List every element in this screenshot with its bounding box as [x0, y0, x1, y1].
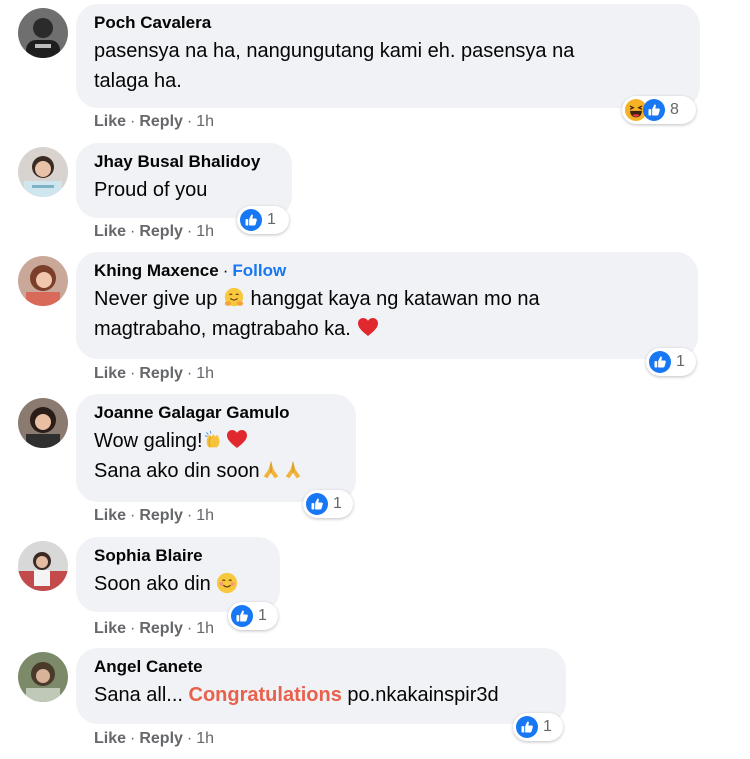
comment-actions: Like · Reply · 1h — [94, 364, 214, 384]
commenter-name[interactable]: Angel Canete — [94, 656, 548, 678]
commenter-name[interactable]: Sophia Blaire — [94, 545, 262, 567]
reaction-count: 1 — [543, 718, 552, 735]
comment-bubble: Angel Canete Sana all... Congratulations… — [76, 648, 566, 724]
avatar[interactable] — [18, 398, 68, 448]
avatar[interactable] — [18, 652, 68, 702]
separator: · — [186, 730, 193, 747]
pray-emoji-icon — [282, 459, 304, 481]
comment-text: Soon ako din — [94, 569, 262, 599]
like-icon — [231, 605, 253, 627]
comment-line: pasensya na ha, nangungutang kami eh. pa… — [94, 40, 575, 62]
comment-text: Sana all... Congratulations po.nkakainsp… — [94, 680, 548, 710]
separator: · — [130, 113, 136, 130]
timestamp[interactable]: 1h — [196, 365, 214, 382]
reaction-summary[interactable]: 1 — [237, 206, 289, 234]
reply-button[interactable]: Reply — [139, 730, 183, 747]
comment-line: po.nkakainspir3d — [347, 684, 499, 706]
like-icon — [240, 209, 262, 231]
separator: · — [186, 365, 193, 382]
comment-line: talaga ha. — [94, 70, 182, 92]
reply-button[interactable]: Reply — [139, 365, 183, 382]
reaction-count: 1 — [333, 495, 342, 512]
like-button[interactable]: Like — [94, 365, 126, 382]
separator: · — [222, 261, 229, 280]
heart-emoji-icon — [356, 315, 380, 339]
comment-text: pasensya na ha, nangungutang kami eh. pa… — [94, 36, 682, 96]
comment-actions: Like · Reply · 1h — [94, 112, 214, 132]
avatar[interactable] — [18, 8, 68, 58]
timestamp[interactable]: 1h — [196, 507, 214, 524]
like-icon — [649, 351, 671, 373]
commenter-name[interactable]: Poch Cavalera — [94, 12, 682, 34]
comment-line: Sana all... — [94, 684, 183, 706]
separator: · — [130, 223, 136, 240]
comment-actions: Like · Reply · 1h — [94, 222, 214, 242]
separator: · — [186, 620, 193, 637]
reply-button[interactable]: Reply — [139, 620, 183, 637]
congratulations-highlight[interactable]: Congratulations — [189, 684, 342, 706]
separator: · — [130, 620, 136, 637]
commenter-name-row: Khing Maxence · Follow — [94, 260, 680, 282]
separator: · — [186, 507, 193, 524]
reply-button[interactable]: Reply — [139, 223, 183, 240]
commenter-name[interactable]: Khing Maxence — [94, 261, 219, 280]
reaction-count: 1 — [267, 211, 276, 228]
separator: · — [130, 365, 136, 382]
like-icon — [516, 716, 538, 738]
like-icon — [643, 99, 665, 121]
like-button[interactable]: Like — [94, 223, 126, 240]
separator: · — [186, 113, 193, 130]
follow-button[interactable]: Follow — [232, 261, 286, 280]
comment-text: Proud of you — [94, 179, 208, 201]
like-button[interactable]: Like — [94, 620, 126, 637]
commenter-name[interactable]: Joanne Galagar Gamulo — [94, 402, 338, 424]
hug-emoji-icon — [223, 287, 245, 309]
like-button[interactable]: Like — [94, 507, 126, 524]
timestamp[interactable]: 1h — [196, 730, 214, 747]
comment-line: magtrabaho, magtrabaho ka. — [94, 318, 351, 340]
avatar[interactable] — [18, 147, 68, 197]
commenter-name[interactable]: Jhay Busal Bhalidoy — [94, 151, 274, 173]
separator: · — [130, 730, 136, 747]
comment-line: Sana ako din soon — [94, 460, 260, 482]
comment-actions: Like · Reply · 1h — [94, 729, 214, 749]
avatar[interactable] — [18, 541, 68, 591]
separator: · — [130, 507, 136, 524]
avatar[interactable] — [18, 256, 68, 306]
comment-text: Never give up hanggat kaya ng katawan mo… — [94, 284, 680, 344]
comment-line: hanggat kaya ng katawan mo na — [250, 288, 540, 310]
reaction-count: 1 — [258, 607, 267, 624]
clap-emoji-icon — [203, 429, 225, 451]
reaction-summary[interactable]: 1 — [303, 490, 353, 518]
like-button[interactable]: Like — [94, 113, 126, 130]
reaction-summary[interactable]: 8 — [622, 96, 696, 124]
comment-bubble: Joanne Galagar Gamulo Wow galing! Sana a… — [76, 394, 356, 502]
comment-actions: Like · Reply · 1h — [94, 506, 214, 526]
timestamp[interactable]: 1h — [196, 113, 214, 130]
comment-bubble: Khing Maxence · Follow Never give up hangg… — [76, 252, 698, 359]
reaction-summary[interactable]: 1 — [513, 713, 563, 741]
timestamp[interactable]: 1h — [196, 223, 214, 240]
like-icon — [306, 493, 328, 515]
comment-line: Soon ako din — [94, 573, 211, 595]
smile-emoji-icon — [216, 572, 238, 594]
comment-actions: Like · Reply · 1h — [94, 619, 214, 639]
comment-bubble: Sophia Blaire Soon ako din — [76, 537, 280, 612]
reply-button[interactable]: Reply — [139, 113, 183, 130]
comment-bubble: Poch Cavalera pasensya na ha, nangunguta… — [76, 4, 700, 108]
comment-line: Wow galing! — [94, 430, 203, 452]
comment-text: Wow galing! Sana ako din soon — [94, 426, 338, 486]
reaction-count: 1 — [676, 353, 685, 370]
reply-button[interactable]: Reply — [139, 507, 183, 524]
pray-emoji-icon — [260, 459, 282, 481]
like-button[interactable]: Like — [94, 730, 126, 747]
heart-emoji-icon — [225, 427, 249, 451]
reaction-summary[interactable]: 1 — [646, 348, 696, 376]
reaction-summary[interactable]: 1 — [228, 602, 278, 630]
comment-line: Never give up — [94, 288, 218, 310]
separator: · — [186, 223, 193, 240]
timestamp[interactable]: 1h — [196, 620, 214, 637]
reaction-count: 8 — [670, 101, 679, 118]
